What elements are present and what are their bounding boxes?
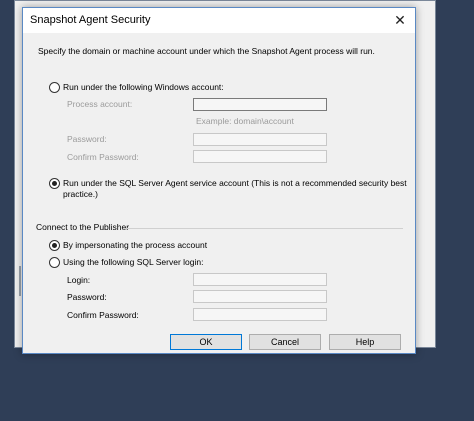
publisher-group-divider	[127, 228, 403, 229]
radio-windows-account[interactable]	[49, 82, 60, 93]
radio-windows-account-label: Run under the following Windows account:	[63, 82, 224, 92]
title-bar: Snapshot Agent Security ✕	[23, 8, 415, 33]
description-text: Specify the domain or machine account un…	[38, 46, 375, 56]
radio-impersonate-label: By impersonating the process account	[63, 240, 208, 250]
publisher-password-label: Password:	[67, 292, 107, 302]
publisher-confirm-password-input[interactable]	[193, 308, 327, 321]
dialog-content: Specify the domain or machine account un…	[23, 33, 415, 353]
radio-sql-login[interactable]	[49, 257, 60, 268]
process-account-label: Process account:	[67, 99, 133, 109]
publisher-group-title: Connect to the Publisher	[36, 222, 130, 232]
radio-sql-agent-label-line1: Run under the SQL Server Agent service a…	[63, 178, 407, 188]
confirm-password-label: Confirm Password:	[67, 152, 139, 162]
cancel-button[interactable]: Cancel	[249, 334, 321, 350]
publisher-password-input[interactable]	[193, 290, 327, 303]
help-button[interactable]: Help	[329, 334, 401, 350]
password-input[interactable]	[193, 133, 327, 146]
publisher-confirm-password-label: Confirm Password:	[67, 310, 139, 320]
radio-sql-agent-account[interactable]	[49, 178, 60, 189]
confirm-password-input[interactable]	[193, 150, 327, 163]
close-icon[interactable]: ✕	[385, 8, 415, 33]
dialog-title: Snapshot Agent Security	[30, 14, 151, 26]
process-account-input[interactable]	[193, 98, 327, 111]
password-label: Password:	[67, 134, 107, 144]
login-input[interactable]	[193, 273, 327, 286]
ok-button[interactable]: OK	[170, 334, 242, 350]
background-divider	[19, 266, 21, 296]
snapshot-agent-security-dialog: Snapshot Agent Security ✕ Specify the do…	[22, 7, 416, 354]
radio-sql-agent-label-line2: practice.)	[63, 189, 98, 199]
radio-impersonate[interactable]	[49, 240, 60, 251]
process-account-example: Example: domain\account	[196, 116, 294, 126]
radio-sql-login-label: Using the following SQL Server login:	[63, 257, 204, 267]
login-label: Login:	[67, 275, 91, 285]
